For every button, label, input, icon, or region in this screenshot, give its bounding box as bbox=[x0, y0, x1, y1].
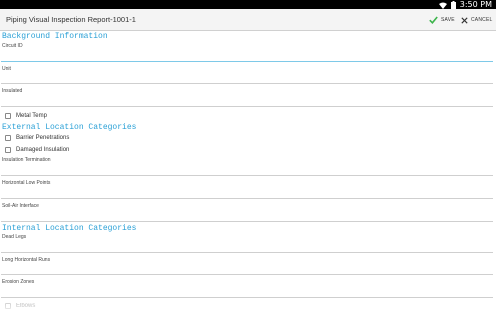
save-label: SAVE bbox=[441, 17, 455, 23]
status-icons: 3:50 PM bbox=[438, 0, 492, 9]
barrier-penetrations-checkbox[interactable]: Barrier Penetrations bbox=[5, 134, 69, 142]
erosion-zones-field[interactable] bbox=[1, 297, 493, 298]
status-time: 3:50 PM bbox=[459, 0, 492, 9]
metal-temp-checkbox[interactable]: Metal Temp bbox=[5, 112, 47, 120]
section-external-location-categories: External Location Categories bbox=[2, 123, 137, 132]
cancel-button[interactable]: CANCEL bbox=[461, 14, 492, 26]
status-bar: 3:50 PM bbox=[0, 0, 496, 9]
horizontal-low-points-label: Horizontal Low Points bbox=[2, 180, 51, 186]
section-background-information: Background Information bbox=[2, 32, 108, 41]
long-horizontal-runs-field[interactable] bbox=[1, 274, 493, 275]
horizontal-low-points-field[interactable] bbox=[1, 198, 493, 199]
insulation-termination-field[interactable] bbox=[1, 175, 493, 176]
circuit-id-label: Circuit ID bbox=[2, 43, 23, 49]
barrier-penetrations-label: Barrier Penetrations bbox=[16, 135, 70, 141]
damaged-insulation-checkbox[interactable]: Damaged Insulation bbox=[5, 146, 69, 154]
page-title: Piping Visual Inspection Report-1001-1 bbox=[6, 15, 136, 24]
save-button[interactable]: SAVE bbox=[429, 14, 455, 26]
dead-legs-field[interactable] bbox=[1, 252, 493, 253]
insulated-field[interactable] bbox=[1, 106, 493, 107]
long-horizontal-runs-label: Long Horizontal Runs bbox=[2, 257, 51, 263]
checkbox-box bbox=[5, 135, 11, 141]
form-content: Background Information Circuit ID Unit I… bbox=[0, 31, 496, 310]
check-icon bbox=[429, 11, 438, 29]
cancel-label: CANCEL bbox=[471, 17, 493, 23]
checkbox-box bbox=[5, 147, 11, 153]
damaged-insulation-label: Damaged Insulation bbox=[16, 147, 70, 153]
soil-air-interface-field[interactable] bbox=[1, 221, 493, 222]
action-bar: Piping Visual Inspection Report-1001-1 S… bbox=[0, 9, 496, 31]
unit-field[interactable] bbox=[1, 83, 493, 84]
soil-air-interface-label: Soil-Air Interface bbox=[2, 203, 39, 209]
circuit-id-field[interactable] bbox=[1, 61, 493, 62]
insulation-termination-label: Insulation Termination bbox=[2, 157, 51, 163]
section-internal-location-categories: Internal Location Categories bbox=[2, 224, 137, 233]
elbows-label: Elbows bbox=[16, 303, 36, 309]
metal-temp-label: Metal Temp bbox=[16, 113, 47, 119]
checkbox-box bbox=[5, 303, 11, 309]
unit-label: Unit bbox=[2, 66, 11, 72]
insulated-label: Insulated bbox=[2, 88, 23, 94]
elbows-checkbox[interactable]: Elbows bbox=[5, 302, 35, 310]
close-icon bbox=[461, 11, 468, 29]
dead-legs-label: Dead Legs bbox=[2, 234, 27, 240]
checkbox-box bbox=[5, 113, 11, 119]
erosion-zones-label: Erosion Zones bbox=[2, 279, 35, 285]
